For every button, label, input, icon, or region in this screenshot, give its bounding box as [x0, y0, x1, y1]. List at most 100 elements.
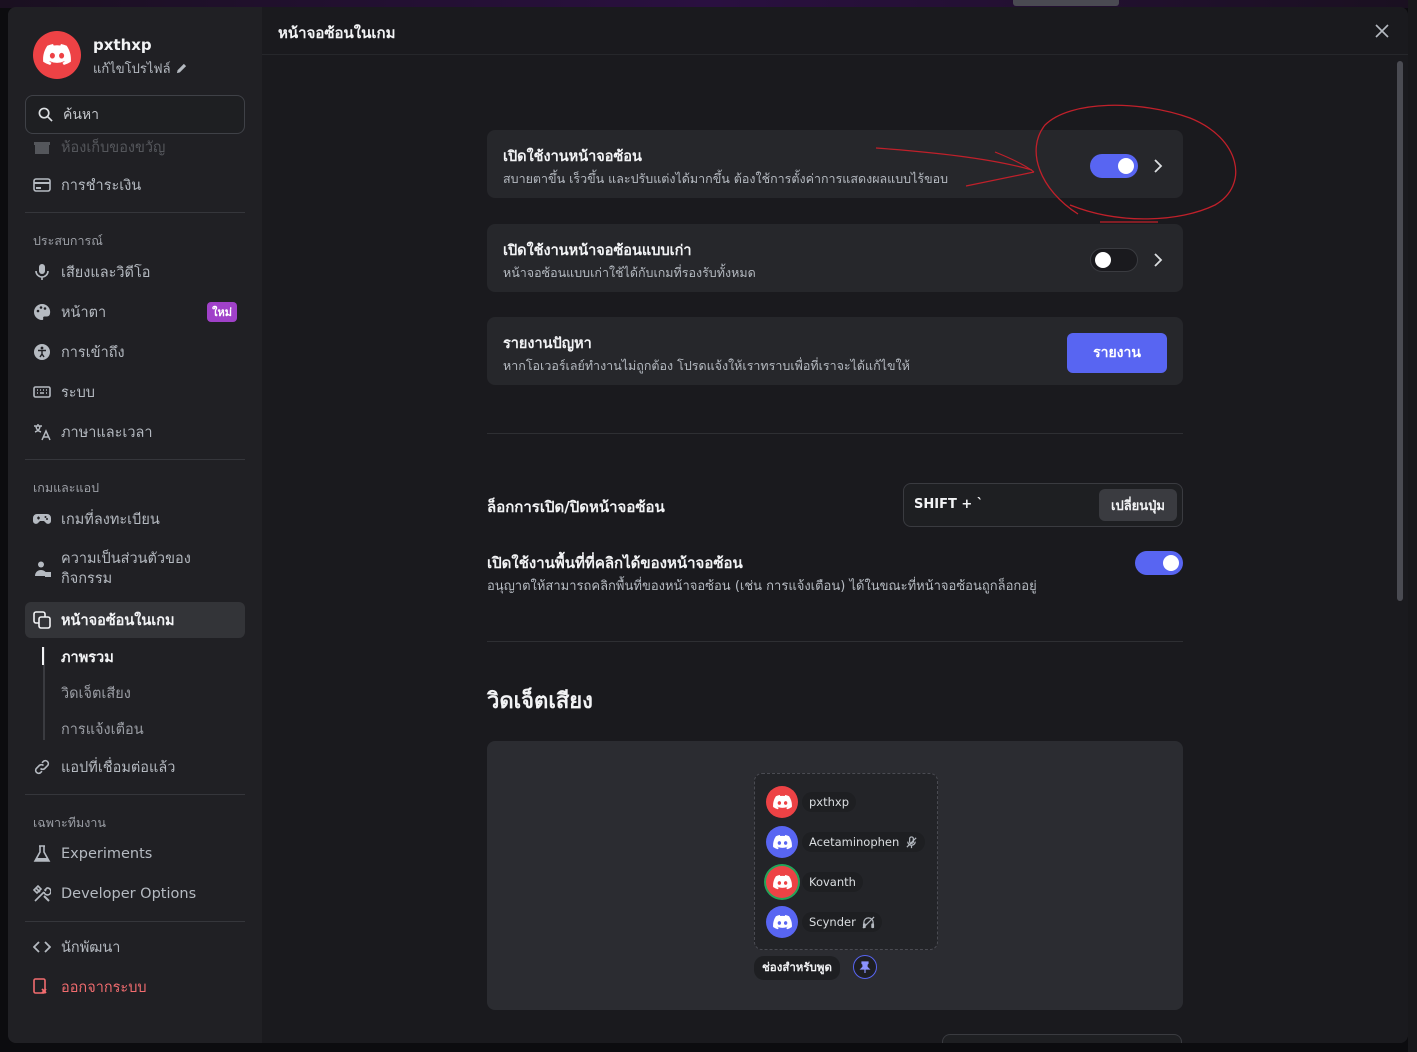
subnav-active-indicator [42, 647, 44, 665]
sidebar-item-label: หน้าตา [61, 304, 107, 321]
keybind-recorder[interactable]: SHIFT + ` เปลี่ยนปุ่ม [903, 483, 1183, 527]
section-divider [487, 641, 1183, 642]
pencil-icon [176, 63, 186, 74]
sidebar-item-label: Developer Options [61, 886, 197, 902]
enable-overlay-desc: สบายตาขึ้น เร็วขึ้น และปรับแต่งได้มากขึ้… [503, 171, 949, 186]
toggle-knob [1095, 252, 1111, 268]
headphones-deafened-icon [862, 916, 875, 928]
clickable-zones-desc: อนุญาตให้สามารถคลิกพื้นที่ของหน้าจอซ้อน … [487, 579, 1037, 594]
legacy-overlay-title: เปิดใช้งานหน้าจอซ้อนแบบเก่า [503, 243, 692, 259]
voice-member: pxthxp [766, 785, 857, 819]
enable-overlay-toggle[interactable] [1090, 154, 1138, 178]
sidebar-divider [25, 459, 245, 460]
microphone-icon [35, 264, 49, 280]
discord-logo-icon [772, 794, 792, 809]
person-activity-icon [35, 561, 51, 577]
sidebar-item-label: แอปที่เชื่อมต่อแล้ว [61, 759, 176, 776]
chevron-right-icon[interactable] [1151, 253, 1165, 267]
sidebar-item-gift-inventory[interactable]: ห้องเก็บของขวัญ [25, 137, 245, 157]
link-icon [34, 759, 50, 775]
member-avatar-speaking [766, 866, 798, 898]
search-box[interactable] [25, 95, 245, 134]
search-input[interactable] [63, 106, 223, 123]
member-avatar [766, 906, 798, 938]
pin-widget-button[interactable] [853, 955, 877, 979]
backdrop-tab [1013, 0, 1119, 6]
gamepad-icon [33, 514, 51, 524]
discord-logo-icon [772, 914, 792, 929]
flask-icon [33, 845, 51, 862]
member-name-tag: Acetaminophen [802, 832, 926, 852]
voice-member: Kovanth [766, 865, 863, 899]
keybind-label: ล็อกการเปิด/ปิดหน้าจอซ้อน [487, 498, 665, 516]
next-section-card-partial [942, 1034, 1182, 1043]
close-icon [1375, 24, 1389, 38]
change-keybind-button[interactable]: เปลี่ยนปุ่ม [1099, 489, 1177, 521]
mic-muted-icon [906, 835, 917, 848]
settings-modal: pxthxp แก้ไขโปรไฟล์ ห้องเก็บของขวัญ การช… [8, 7, 1408, 1043]
enable-overlay-title: เปิดใช้งานหน้าจอซ้อน [503, 149, 642, 165]
report-issue-title: รายงานปัญหา [503, 336, 592, 352]
sidebar-item-label: เกมที่ลงทะเบียน [61, 511, 160, 528]
member-name: Kovanth [809, 875, 856, 889]
sidebar-divider [25, 794, 245, 795]
gift-icon [34, 142, 50, 154]
sidebar-item-appearance[interactable]: หน้าตา ใหม่ [25, 302, 245, 322]
edit-profile-link[interactable]: แก้ไขโปรไฟล์ [93, 58, 187, 79]
sidebar-item-label: กิจกรรม [61, 571, 113, 587]
sidebar-divider [25, 212, 245, 213]
sidebar-item-activity-privacy[interactable]: ความเป็นส่วนตัวของ กิจกรรม [25, 549, 245, 589]
sidebar-item-accessibility[interactable]: การเข้าถึง [25, 342, 245, 362]
sidebar-item-connected-apps[interactable]: แอปที่เชื่อมต่อแล้ว [25, 757, 245, 777]
sidebar-section-staff: เฉพาะทีมงาน [33, 815, 106, 830]
close-button[interactable] [1372, 21, 1392, 41]
discord-logo-icon [772, 834, 792, 849]
enable-overlay-card: เปิดใช้งานหน้าจอซ้อน สบายตาขึ้น เร็วขึ้น… [487, 130, 1183, 198]
sidebar-item-label: ออกจากระบบ [61, 979, 147, 996]
report-button[interactable]: รายงาน [1067, 333, 1167, 373]
sidebar-item-label: การเข้าถึง [61, 344, 125, 361]
settings-sidebar: pxthxp แก้ไขโปรไฟล์ ห้องเก็บของขวัญ การช… [8, 7, 262, 1043]
legacy-overlay-toggle[interactable] [1090, 248, 1138, 272]
sidebar-item-developer-options[interactable]: Developer Options [25, 884, 245, 904]
sidebar-item-system[interactable]: ระบบ [25, 382, 245, 402]
subnav-notifications[interactable]: การแจ้งเตือน [61, 718, 144, 741]
sidebar-item-game-overlay[interactable]: หน้าจอซ้อนในเกม [25, 602, 245, 638]
subnav-voice-widget[interactable]: วิดเจ็ตเสียง [61, 682, 131, 705]
logout-icon [33, 978, 47, 994]
edit-profile-label: แก้ไขโปรไฟล์ [93, 62, 171, 77]
scrollbar[interactable] [1397, 61, 1403, 601]
pin-icon [859, 961, 871, 973]
palette-icon [34, 303, 51, 320]
sidebar-item-language-time[interactable]: ภาษาและเวลา [25, 422, 245, 442]
toggle-knob [1163, 555, 1179, 571]
credit-card-icon [33, 178, 51, 192]
subnav-overview[interactable]: ภาพรวม [61, 646, 114, 669]
sidebar-item-registered-games[interactable]: เกมที่ลงทะเบียน [25, 509, 245, 529]
toggle-knob [1118, 158, 1134, 174]
sidebar-item-label: ระบบ [61, 384, 95, 401]
sidebar-item-label: ความเป็นส่วนตัวของ [61, 551, 191, 567]
sidebar-item-developer[interactable]: นักพัฒนา [25, 937, 245, 957]
sidebar-item-experiments[interactable]: Experiments [25, 844, 245, 864]
voice-member: Scynder [766, 905, 882, 939]
chevron-right-icon[interactable] [1151, 159, 1165, 173]
report-issue-desc: หากโอเวอร์เลย์ทำงานไม่ถูกต้อง โปรดแจ้งให… [503, 358, 910, 373]
code-icon [33, 941, 51, 953]
sidebar-item-voice-video[interactable]: เสียงและวิดีโอ [25, 262, 245, 282]
sidebar-item-billing[interactable]: การชำระเงิน [25, 175, 245, 195]
sidebar-item-label: การชำระเงิน [61, 177, 142, 194]
member-name-tag: Scynder [802, 912, 882, 932]
discord-logo-icon [43, 44, 71, 65]
voice-member: Acetaminophen [766, 825, 926, 859]
sidebar-divider [25, 921, 245, 922]
voice-widget[interactable]: pxthxp Acetaminophen Kovanth Scynder [754, 773, 938, 950]
tools-icon [33, 885, 51, 902]
member-name: Acetaminophen [809, 835, 900, 849]
sidebar-section-experience: ประสบการณ์ [33, 233, 103, 248]
clickable-zones-toggle[interactable] [1135, 551, 1183, 575]
report-issue-card: รายงานปัญหา หากโอเวอร์เลย์ทำงานไม่ถูกต้อ… [487, 317, 1183, 385]
sidebar-item-logout[interactable]: ออกจากระบบ [25, 977, 245, 997]
legacy-overlay-desc: หน้าจอซ้อนแบบเก่าใช้ได้กับเกมที่รองรับทั… [503, 265, 756, 280]
avatar [33, 31, 81, 79]
